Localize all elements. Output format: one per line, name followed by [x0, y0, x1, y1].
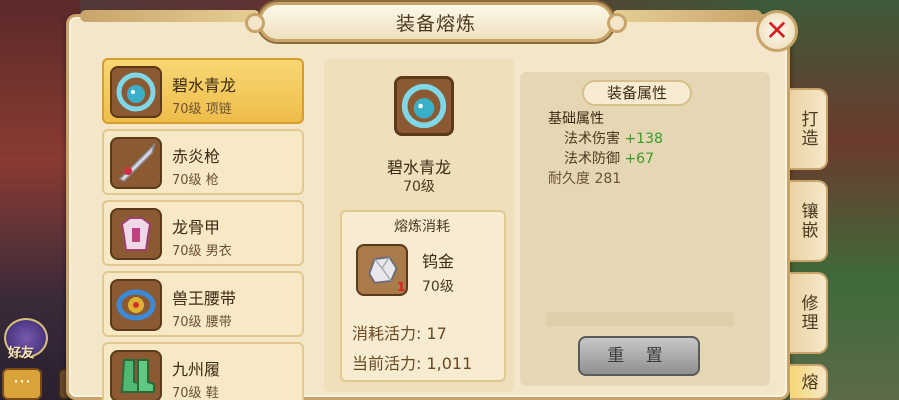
list-item-dragon-necklace[interactable]: 碧水青龙 70级 项链	[102, 58, 304, 124]
list-item-spear[interactable]: 赤炎枪 70级 枪	[102, 129, 304, 195]
list-item-belt[interactable]: 兽王腰带 70级 腰带	[102, 271, 304, 337]
close-icon: ✕	[765, 14, 789, 47]
item-name: 兽王腰带	[172, 289, 237, 308]
smelt-cost-title: 熔炼消耗	[394, 219, 450, 235]
item-level-type: 70级 鞋	[172, 386, 219, 400]
attributes-header: 装备属性	[582, 80, 692, 106]
spear-icon	[110, 137, 162, 189]
item-name: 九州履	[172, 360, 221, 379]
title-decoration-left	[80, 10, 260, 22]
attribute-panel-footer	[546, 312, 734, 326]
dragon-necklace-icon	[110, 66, 162, 118]
boots-icon	[110, 350, 162, 400]
belt-icon	[110, 279, 162, 331]
tab-forge[interactable]: 打造	[790, 88, 828, 170]
item-name: 赤炎枪	[172, 147, 221, 166]
item-level-type: 70级 男衣	[172, 244, 232, 259]
item-level-type: 70级 项链	[172, 102, 232, 117]
attribute-row: 法术防御 +67	[564, 151, 654, 167]
tab-repair[interactable]: 修理	[790, 272, 828, 354]
material-count: 1	[397, 280, 406, 294]
consume-vitality: 消耗活力: 17	[352, 324, 447, 343]
title-bar: 装备熔炼	[245, 2, 627, 42]
item-name: 龙骨甲	[172, 218, 221, 237]
current-vitality: 当前活力: 1,011	[352, 354, 473, 373]
chat-bubble-icon[interactable]: ⋯	[2, 368, 42, 400]
material-level: 70级	[422, 279, 454, 295]
equipment-list[interactable]: 碧水青龙 70级 项链 赤炎枪 70级 枪 龙骨甲 70级 男衣 兽王腰带 70…	[102, 58, 306, 400]
dragon-necklace-icon	[394, 76, 454, 136]
armor-icon	[110, 208, 162, 260]
attribute-row: 法术伤害 +138	[564, 131, 663, 147]
selected-item-name: 碧水青龙	[386, 158, 451, 177]
item-level-type: 70级 腰带	[172, 315, 232, 330]
list-item-boots[interactable]: 九州履 70级 鞋	[102, 342, 304, 400]
item-name: 碧水青龙	[172, 76, 237, 95]
item-level-type: 70级 枪	[172, 173, 219, 188]
list-item-armor[interactable]: 龙骨甲 70级 男衣	[102, 200, 304, 266]
scroll-ornament-right	[607, 13, 627, 33]
close-button[interactable]: ✕	[756, 10, 798, 52]
tab-smelt[interactable]: 熔	[790, 364, 828, 400]
base-attributes-title: 基础属性	[548, 111, 604, 127]
scroll-ornament-left	[245, 13, 265, 33]
title-decoration-right	[612, 10, 762, 22]
selected-item-level: 70级	[403, 179, 435, 195]
durability: 耐久度 281	[548, 171, 622, 187]
friend-label[interactable]: 好友	[8, 342, 34, 361]
reset-button[interactable]: 重 置	[578, 336, 700, 376]
dialog-title: 装备熔炼	[395, 12, 476, 35]
tab-inlay[interactable]: 镶嵌	[790, 180, 828, 262]
material-name: 钨金	[422, 252, 455, 271]
